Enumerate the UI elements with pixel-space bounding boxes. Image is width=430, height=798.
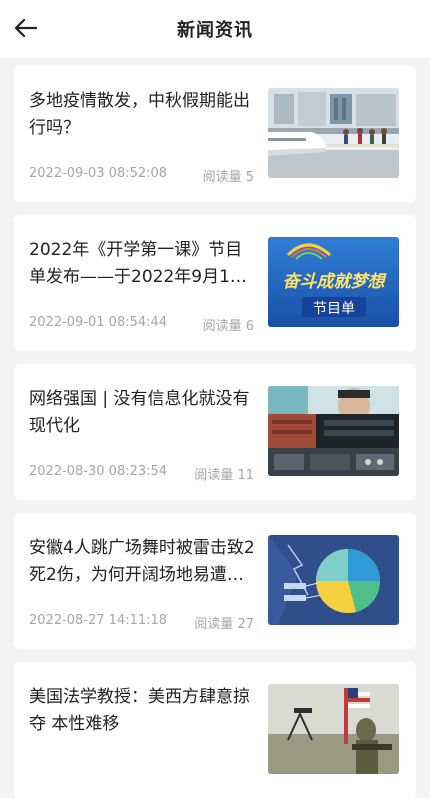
- tech-collage-image: [268, 386, 399, 476]
- news-title: 2022年《开学第一课》节目单发布——于2022年9月1日晚播出: [29, 240, 247, 287]
- news-read-count: 阅读量 6: [202, 319, 254, 334]
- news-title: 安徽4人跳广场舞时被雷击致2死2伤，为何开阔场地易遭雷击: [29, 538, 255, 585]
- page-title: 新闻资讯: [177, 20, 253, 41]
- news-read-count: 阅读量 11: [194, 468, 254, 483]
- news-card[interactable]: 多地疫情散发，中秋假期能出行吗？ 2022-09-03 08:52:08 阅读量…: [14, 66, 416, 202]
- news-time: 2022-08-30 08:23:54: [29, 464, 168, 479]
- news-title: 网络强国 | 没有信息化就没有现代化: [29, 389, 250, 436]
- news-title: 美国法学教授：美西方肆意掠夺 本性难移: [29, 687, 250, 734]
- news-read-count: 阅读量 5: [202, 170, 254, 185]
- news-time: 2022-09-01 08:54:44: [29, 315, 168, 330]
- oil-field-image: [268, 684, 399, 774]
- news-title: 多地疫情散发，中秋假期能出行吗？: [29, 91, 250, 138]
- news-card[interactable]: 网络强国 | 没有信息化就没有现代化 2022-08-30 08:23:54 阅…: [14, 364, 416, 500]
- news-card[interactable]: 2022年《开学第一课》节目单发布——于2022年9月1日晚播出 2022-09…: [14, 215, 416, 351]
- news-card[interactable]: 美国法学教授：美西方肆意掠夺 本性难移: [14, 662, 416, 798]
- program-banner-image: 奋斗成就梦想 节目单: [268, 237, 399, 327]
- banner-main-text: 奋斗成就梦想: [283, 272, 388, 292]
- app-header: 新闻资讯: [0, 0, 430, 58]
- train-station-image: [268, 88, 399, 178]
- news-card[interactable]: 安徽4人跳广场舞时被雷击致2死2伤，为何开阔场地易遭雷击 2022-08-27 …: [14, 513, 416, 649]
- banner-sub-text: 节目单: [313, 301, 355, 317]
- news-read-count: 阅读量 27: [194, 617, 254, 632]
- news-time: 2022-08-27 14:11:18: [29, 613, 168, 628]
- pie-chart-image: [268, 535, 399, 625]
- news-time: 2022-09-03 08:52:08: [29, 166, 168, 181]
